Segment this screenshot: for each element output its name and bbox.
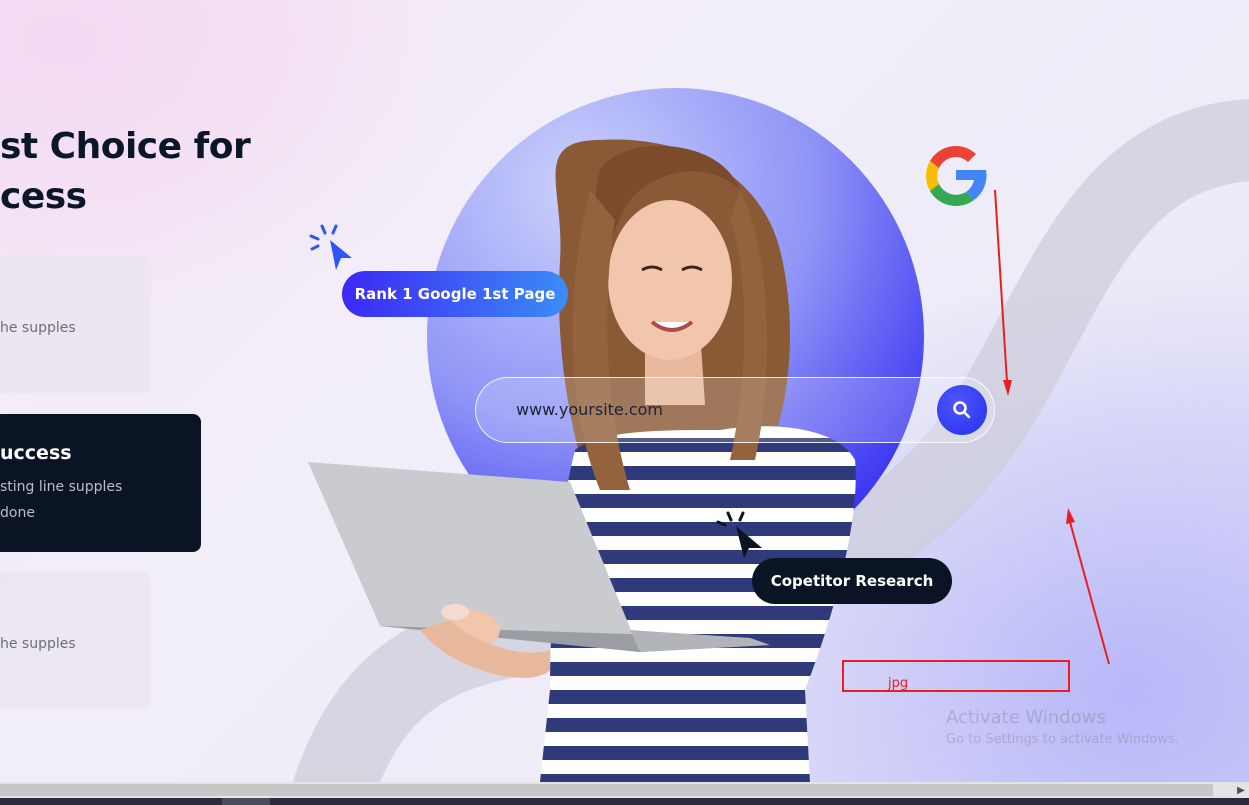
click-cursor-icon [716, 511, 762, 558]
taskbar-item[interactable] [222, 798, 270, 805]
site-search-input[interactable]: www.yoursite.com [516, 400, 663, 419]
competitor-research-badge[interactable]: Copetitor Research [752, 558, 952, 604]
site-search-bar[interactable]: www.yoursite.com [475, 377, 995, 443]
windows-watermark-subtitle: Go to Settings to activate Windows. [946, 732, 1179, 747]
annotation-box [842, 660, 1070, 692]
rank-google-badge[interactable]: Rank 1 Google 1st Page [342, 271, 568, 317]
feature-card-text: done [0, 505, 35, 521]
feature-card-title: uccess [0, 442, 72, 464]
headline-line-1: st Choice for [0, 126, 251, 167]
annotation-label: jpg [888, 676, 909, 691]
click-cursor-icon [309, 224, 352, 270]
scroll-right-arrow-icon[interactable]: ▶ [1233, 782, 1249, 798]
magnifier-icon [953, 401, 971, 419]
woman-with-laptop-image [308, 139, 856, 782]
google-logo-icon [925, 146, 987, 207]
windows-watermark-title: Activate Windows [946, 707, 1106, 728]
feature-card-3[interactable]: he supples [0, 572, 151, 709]
feature-card-1[interactable]: he supples [0, 256, 151, 393]
search-button[interactable] [937, 385, 987, 435]
headline-line-2: cess [0, 176, 87, 217]
feature-card-text: he supples [0, 320, 76, 336]
feature-card-text: sting line supples [0, 479, 123, 495]
competitor-research-label: Copetitor Research [770, 572, 934, 590]
horizontal-scrollbar[interactable]: ▶ [0, 782, 1249, 798]
rank-google-badge-label: Rank 1 Google 1st Page [354, 285, 556, 303]
scrollbar-thumb[interactable] [0, 784, 1213, 796]
hero-headline: st Choice for cess [0, 122, 251, 222]
feature-card-2-active[interactable]: uccess sting line supples done [0, 414, 201, 552]
taskbar [0, 798, 1249, 805]
feature-card-text: he supples [0, 636, 76, 652]
